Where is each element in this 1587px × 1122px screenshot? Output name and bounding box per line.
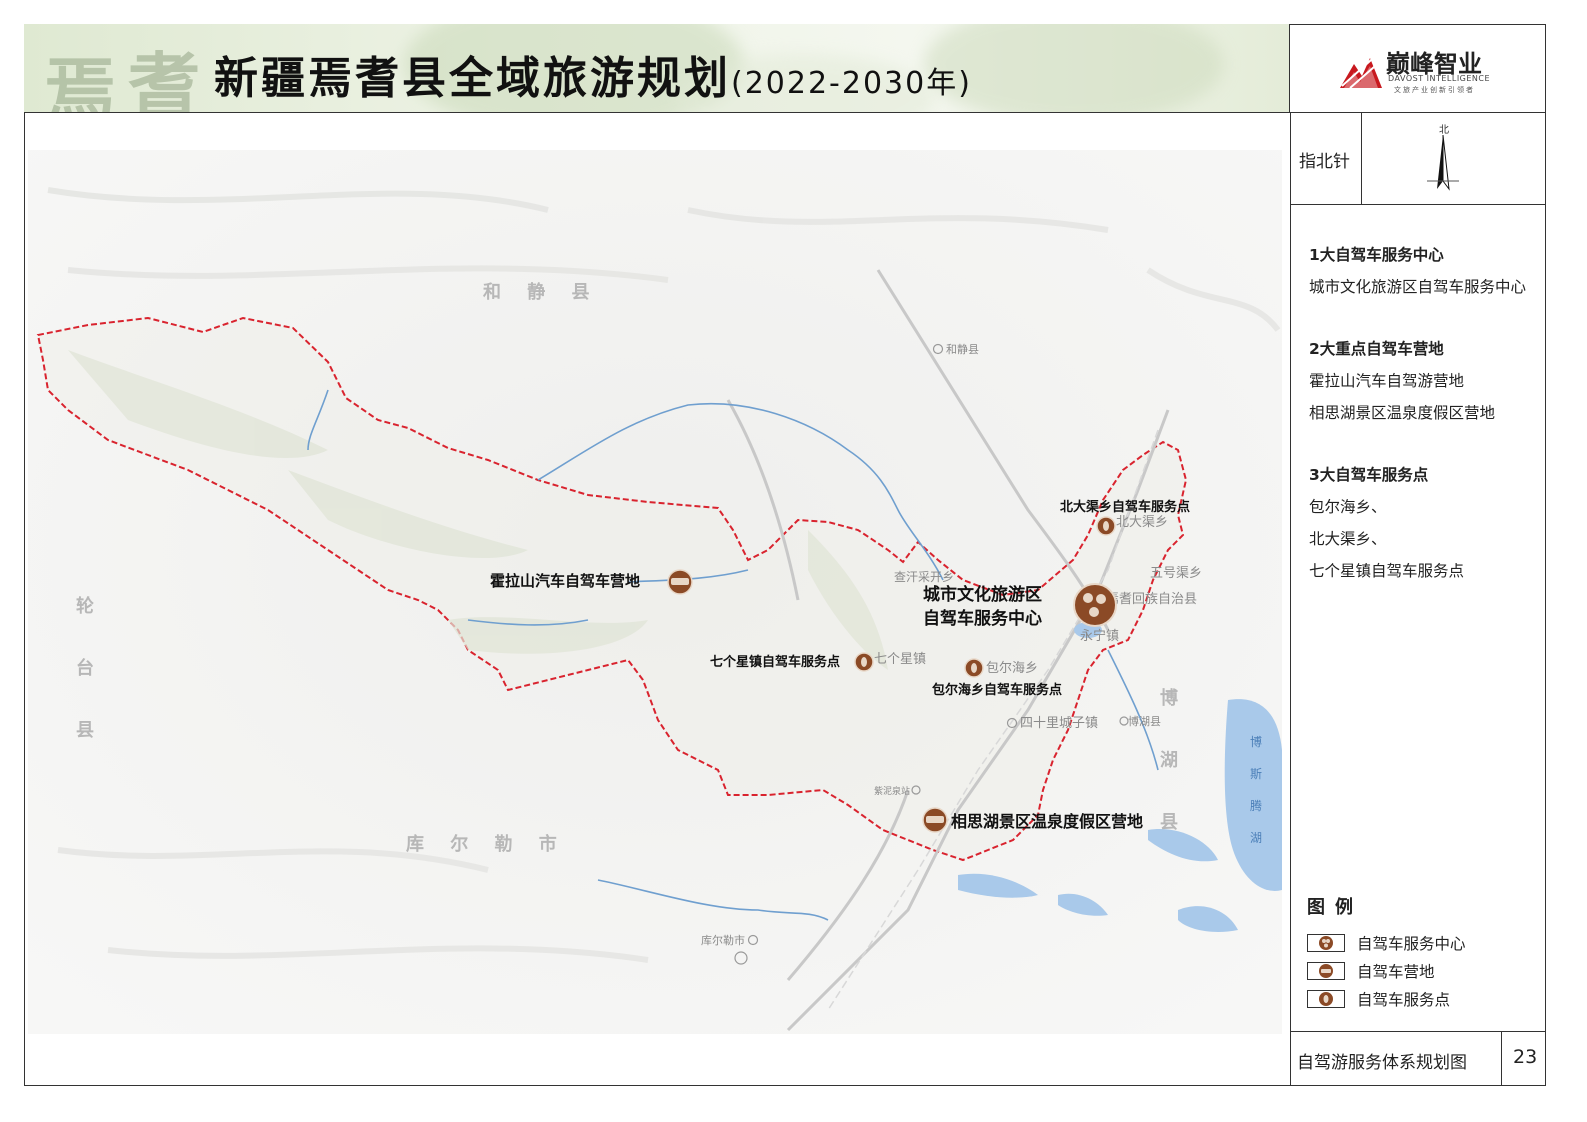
info-line-3-2: 北大渠乡、 <box>1309 530 1387 548</box>
service-point-marker-beidaqu[interactable] <box>1096 516 1116 536</box>
lake-label-2: 斯 <box>1250 767 1262 781</box>
campsite-marker-horashan[interactable] <box>667 569 693 595</box>
label-horashan: 霍拉山汽车自驾车营地 <box>490 572 640 590</box>
logo-area: 巅峰智业 DAVOST INTELLIGENCE 文旅产业创新引领者 <box>1290 24 1546 113</box>
info-line-1-1: 城市文化旅游区自驾车服务中心 <box>1309 278 1527 296</box>
peak-logo-icon <box>1340 46 1382 88</box>
lake-label-1: 博 <box>1250 734 1262 749</box>
region-bohu-2: 湖 <box>1160 750 1178 771</box>
info-heading-1: 1大自驾车服务中心 <box>1309 246 1444 264</box>
region-bohu-1: 博 <box>1160 687 1178 709</box>
page-number: 23 <box>1513 1046 1538 1068</box>
compass-label: 指北针 <box>1299 152 1350 172</box>
label-center-line1: 城市文化旅游区 <box>923 584 1042 605</box>
region-luntai-1: 轮 <box>76 595 94 617</box>
campsite-marker-xiangsihu[interactable] <box>922 807 948 833</box>
legend-item-service-center: 自驾车服务中心 <box>1307 929 1466 957</box>
service-point-marker-qigexing[interactable] <box>854 652 874 672</box>
info-group-center: 1大自驾车服务中心 城市文化旅游区自驾车服务中心 <box>1309 239 1539 303</box>
service-center-marker[interactable] <box>1073 583 1117 627</box>
place-wuhaoqu: 五号渠乡 <box>1150 566 1202 581</box>
place-korla-city: 库尔勒市 <box>701 933 745 947</box>
place-beidaqu: 北大渠乡 <box>1116 515 1168 530</box>
info-line-3-1: 包尔海乡、 <box>1309 498 1387 516</box>
service-point-icon <box>1307 990 1345 1008</box>
legend-label-service-center: 自驾车服务中心 <box>1357 935 1466 953</box>
place-chahanquanqia: 查汗采开乡 <box>894 570 954 584</box>
info-heading-3: 3大自驾车服务点 <box>1309 466 1429 484</box>
info-line-2-2: 相思湖景区温泉度假区营地 <box>1309 404 1496 422</box>
compass-divider <box>1361 113 1362 204</box>
place-huizu: 焉耆回族自治县 <box>1106 591 1197 607</box>
north-char: 北 <box>1439 124 1449 136</box>
lake-label-4: 湖 <box>1250 830 1262 845</box>
title-main: 新疆焉耆县全域旅游规划 <box>214 53 731 104</box>
place-bohu-town: 博湖县 <box>1128 715 1161 728</box>
info-line-3-3: 七个星镇自驾车服务点 <box>1309 562 1465 580</box>
info-heading-2: 2大重点自驾车营地 <box>1309 340 1444 358</box>
place-hejing-town: 和静县 <box>946 342 979 356</box>
region-luntai-2: 台 <box>76 657 94 679</box>
label-beidaqu-point: 北大渠乡自驾车服务点 <box>1060 499 1190 515</box>
info-panel: 1大自驾车服务中心 城市文化旅游区自驾车服务中心 2大重点自驾车营地 霍拉山汽车… <box>1309 239 1539 587</box>
place-baoerhai: 包尔海乡 <box>986 661 1038 676</box>
title-block: 自驾游服务体系规划图 23 <box>1291 1031 1545 1085</box>
compass-panel: 指北针 北 <box>1291 113 1545 205</box>
title-banner: 焉 耆 新疆焉耆县全域旅游规划(2022-2030年) <box>24 24 1290 113</box>
legend-title: 图例 <box>1307 897 1363 918</box>
title-years: (2022-2030年) <box>731 66 972 101</box>
logo-slogan: 文旅产业创新引领者 <box>1394 86 1475 94</box>
legend-item-service-point: 自驾车服务点 <box>1307 985 1466 1013</box>
label-baoerhai-point: 包尔海乡自驾车服务点 <box>932 682 1062 698</box>
calligraphy-char-1: 焉 <box>44 48 117 113</box>
info-group-campsites: 2大重点自驾车营地 霍拉山汽车自驾游营地 相思湖景区温泉度假区营地 <box>1309 333 1539 429</box>
service-center-icon <box>1307 934 1345 952</box>
info-line-2-1: 霍拉山汽车自驾游营地 <box>1309 372 1465 390</box>
lake-label-3: 腾 <box>1250 798 1262 813</box>
campsite-icon <box>1307 962 1345 980</box>
label-qigexing-point: 七个星镇自驾车服务点 <box>710 654 840 670</box>
legend-label-service-point: 自驾车服务点 <box>1357 991 1451 1009</box>
place-sishili: 四十里城子镇 <box>1020 716 1098 731</box>
map-legend: 图例 自驾车服务中心 自驾车营地 自驾车服务点 <box>1307 893 1466 1013</box>
place-yongning: 永宁镇 <box>1080 628 1119 644</box>
region-luntai-3: 县 <box>76 720 94 741</box>
place-qigexing: 七个星镇 <box>874 652 926 667</box>
region-hejing: 和 静 县 <box>483 281 600 303</box>
legend-label-campsite: 自驾车营地 <box>1357 963 1435 981</box>
map-title: 自驾游服务体系规划图 <box>1297 1053 1467 1073</box>
logo-name-en: DAVOST INTELLIGENCE <box>1388 74 1491 83</box>
region-bohu-3: 县 <box>1160 812 1178 833</box>
service-point-marker-baoerhai[interactable] <box>964 658 984 678</box>
sidebar: 指北针 北 1大自驾车服务中心 城市文化旅游区自驾车服务中心 2大重点自驾车营地… <box>1290 113 1546 1086</box>
place-ziniquan: 紫泥泉站 <box>874 785 910 797</box>
north-arrow-icon: 北 <box>1427 124 1459 191</box>
region-korla: 库 尔 勒 市 <box>406 833 567 855</box>
label-center-line2: 自驾车服务中心 <box>923 608 1042 629</box>
label-xiangsihu: 相思湖景区温泉度假区营地 <box>951 812 1143 831</box>
county-map: 和 静 县 轮 台 县 库 尔 勒 市 博 湖 县 博 斯 腾 湖 和静县 查汗… <box>28 150 1282 1034</box>
legend-item-campsite: 自驾车营地 <box>1307 957 1466 985</box>
page-title: 新疆焉耆县全域旅游规划(2022-2030年) <box>214 42 972 106</box>
title-block-divider <box>1501 1032 1502 1085</box>
calligraphy-char-2: 耆 <box>128 44 201 113</box>
info-group-points: 3大自驾车服务点 包尔海乡、 北大渠乡、 七个星镇自驾车服务点 <box>1309 459 1539 587</box>
